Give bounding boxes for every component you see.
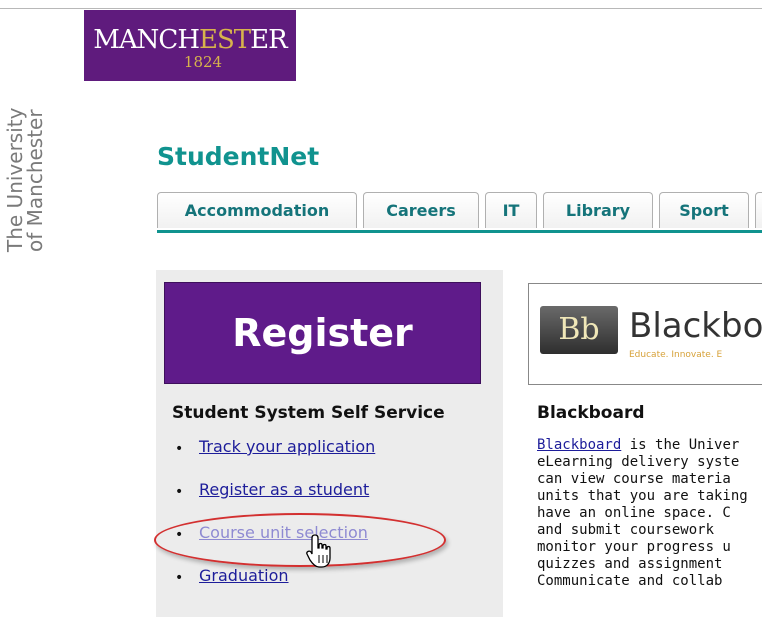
logo-wordmark: MANCHESTER <box>93 25 287 55</box>
graduation-link[interactable]: Graduation <box>199 566 289 585</box>
university-logo[interactable]: MANCHESTER 1824 <box>84 10 296 81</box>
nav-tabs: Accommodation Careers IT Library Sport <box>157 192 762 232</box>
highlight-oval-annotation <box>154 513 446 567</box>
tab-careers[interactable]: Careers <box>363 192 479 228</box>
tab-accommodation[interactable]: Accommodation <box>157 192 357 228</box>
bullet: • <box>175 570 184 586</box>
tab-underline <box>157 230 762 233</box>
blackboard-heading: Blackboard <box>537 403 645 423</box>
tab-sport[interactable]: Sport <box>659 192 749 228</box>
tab-library[interactable]: Library <box>543 192 653 228</box>
bullet: • <box>175 441 184 457</box>
blackboard-description: Blackboard is the Univer eLearning deliv… <box>537 437 748 589</box>
top-divider <box>0 8 762 9</box>
register-banner[interactable]: Register <box>164 282 481 384</box>
blackboard-wordmark: Blackbo <box>629 306 762 346</box>
tab-partial[interactable] <box>755 192 762 228</box>
site-title: StudentNet <box>157 142 320 171</box>
blackboard-tagline: Educate. Innovate. E <box>629 350 723 360</box>
blackboard-bb-icon: Bb <box>540 306 618 354</box>
bullet: • <box>175 484 184 500</box>
register-student-link[interactable]: Register as a student <box>199 480 369 499</box>
logo-year: 1824 <box>183 53 223 71</box>
register-panel-heading: Student System Self Service <box>172 403 445 423</box>
university-name-vertical: The University of Manchester <box>3 107 47 252</box>
track-application-link[interactable]: Track your application <box>199 437 375 456</box>
blackboard-link[interactable]: Blackboard <box>537 437 621 453</box>
tab-it[interactable]: IT <box>485 192 537 228</box>
hand-cursor-icon <box>306 534 331 568</box>
blackboard-logo-banner[interactable]: Bb Blackbo Educate. Innovate. E <box>528 283 762 385</box>
